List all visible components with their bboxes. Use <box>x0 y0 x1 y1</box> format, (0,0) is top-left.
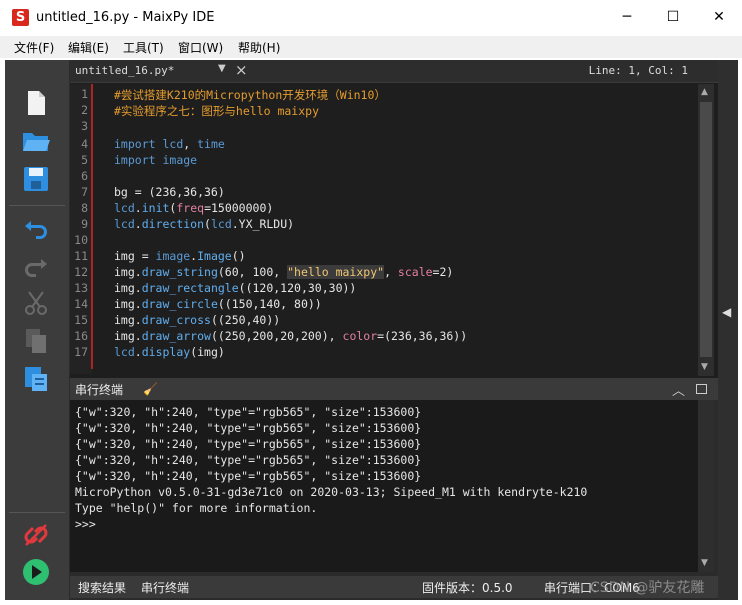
ide-window: S untitled_16.py - MaixPy IDE ─ ☐ ✕ 文件(F… <box>0 0 742 605</box>
line-number: 1 <box>81 87 88 101</box>
code-line[interactable]: bg = (236,36,36) <box>114 185 225 199</box>
open-folder-icon[interactable] <box>21 126 51 156</box>
toolbar-divider <box>9 512 65 513</box>
code-line[interactable]: lcd.display(img) <box>114 345 225 359</box>
run-icon[interactable] <box>21 557 51 587</box>
menu-edit[interactable]: 编辑(E) <box>68 39 109 56</box>
toolbar-divider <box>9 205 65 206</box>
line-number: 8 <box>81 201 88 215</box>
code-line[interactable]: import lcd, time <box>114 137 225 151</box>
line-number: 17 <box>74 345 88 359</box>
gutter-marker <box>91 84 93 369</box>
close-button[interactable]: ✕ <box>696 0 742 36</box>
code-line[interactable]: import image <box>114 153 197 167</box>
line-number: 4 <box>81 137 88 151</box>
line-number: 6 <box>81 169 88 183</box>
line-number: 12 <box>74 265 88 279</box>
line-number: 9 <box>81 217 88 231</box>
line-number: 7 <box>81 185 88 199</box>
terminal-line: {"w":320, "h":240, "type"="rgb565", "siz… <box>75 421 422 435</box>
line-number: 3 <box>81 119 88 133</box>
terminal-prompt[interactable]: >>> <box>75 517 96 531</box>
collapse-terminal-icon[interactable]: ︿ <box>672 380 685 399</box>
scroll-down-icon[interactable]: ▼ <box>701 362 708 372</box>
menu-bar: 文件(F) 编辑(E) 工具(T) 窗口(W) 帮助(H) <box>0 36 742 58</box>
code-line[interactable]: lcd.direction(lcd.YX_RLDU) <box>114 217 294 231</box>
terminal-line: MicroPython v0.5.0-31-gd3e71c0 on 2020-0… <box>75 485 588 499</box>
tab-dropdown-icon[interactable]: ▼ <box>218 63 226 74</box>
clear-terminal-icon[interactable]: 🧹 <box>143 382 158 396</box>
code-line[interactable]: img = image.Image() <box>114 249 246 263</box>
cursor-position: Line: 1, Col: 1 <box>588 64 688 77</box>
editor-scrollbar[interactable]: ▲ ▼ <box>698 84 714 376</box>
code-line[interactable]: img.draw_cross((250,40)) <box>114 313 280 327</box>
expand-panel-icon[interactable]: ◀ <box>722 305 731 319</box>
menu-help[interactable]: 帮助(H) <box>238 39 280 56</box>
line-number: 10 <box>74 233 88 247</box>
serial-terminal-tab[interactable]: 串行终端 <box>141 579 189 596</box>
firmware-version: 固件版本：0.5.0 <box>422 581 513 595</box>
line-number: 15 <box>74 313 88 327</box>
terminal-line: {"w":320, "h":240, "type"="rgb565", "siz… <box>75 405 422 419</box>
scroll-thumb[interactable] <box>700 102 712 357</box>
menu-window[interactable]: 窗口(W) <box>178 39 223 56</box>
file-tab[interactable]: untitled_16.py* <box>75 64 174 77</box>
menu-file[interactable]: 文件(F) <box>14 39 54 56</box>
cut-icon[interactable] <box>21 288 51 318</box>
code-line[interactable]: img.draw_arrow((250,200,20,200), color=(… <box>114 329 467 343</box>
scroll-up-icon[interactable]: ▲ <box>701 87 708 97</box>
paste-icon[interactable] <box>21 364 51 394</box>
serial-terminal[interactable]: {"w":320, "h":240, "type"="rgb565", "siz… <box>70 400 698 572</box>
left-toolbar <box>5 60 69 600</box>
redo-icon[interactable] <box>21 250 51 280</box>
code-line[interactable]: #尝试搭建K210的Micropython开发环境（Win10） <box>114 87 386 103</box>
copy-icon[interactable] <box>21 326 51 356</box>
maixpy-logo-icon: S <box>12 9 29 26</box>
code-line[interactable]: #实验程序之七：图形与hello maixpy <box>114 103 319 119</box>
maximize-button[interactable]: ☐ <box>650 0 696 36</box>
csdn-watermark: CSDN @驴友花雕 <box>590 580 705 596</box>
terminal-header: 串行终端 🧹 ︿ <box>70 378 718 400</box>
terminal-title: 串行终端 <box>75 383 124 397</box>
code-line[interactable]: lcd.init(freq=15000000) <box>114 201 273 215</box>
maximize-terminal-icon[interactable] <box>696 384 707 394</box>
line-number: 14 <box>74 297 88 311</box>
undo-icon[interactable] <box>21 212 51 242</box>
tab-close-icon[interactable]: × <box>235 61 248 79</box>
window-title: untitled_16.py - MaixPy IDE <box>36 10 215 25</box>
terminal-line: {"w":320, "h":240, "type"="rgb565", "siz… <box>75 453 422 467</box>
right-collapsed-panel <box>718 60 738 600</box>
line-number: 2 <box>81 103 88 117</box>
connect-icon[interactable] <box>21 520 51 550</box>
terminal-line: {"w":320, "h":240, "type"="rgb565", "siz… <box>75 437 422 451</box>
line-number: 11 <box>74 249 88 263</box>
code-line[interactable]: img.draw_circle((150,140, 80)) <box>114 297 322 311</box>
new-file-icon[interactable] <box>21 88 51 118</box>
terminal-scrollbar[interactable]: ▼ <box>698 400 714 572</box>
code-line[interactable]: img.draw_rectangle((120,120,30,30)) <box>114 281 356 295</box>
scroll-down-icon[interactable]: ▼ <box>701 558 708 568</box>
save-icon[interactable] <box>21 164 51 194</box>
file-tab-bar: untitled_16.py* ▼ × Line: 1, Col: 1 <box>70 60 718 83</box>
terminal-line: {"w":320, "h":240, "type"="rgb565", "siz… <box>75 469 422 483</box>
terminal-line: Type "help()" for more information. <box>75 501 318 515</box>
line-number: 16 <box>74 329 88 343</box>
title-bar: S untitled_16.py - MaixPy IDE ─ ☐ ✕ <box>0 0 742 36</box>
line-number: 13 <box>74 281 88 295</box>
code-line[interactable]: img.draw_string(60, 100, "hello maixpy",… <box>114 265 453 279</box>
search-results-tab[interactable]: 搜索结果 <box>78 579 126 596</box>
line-number: 5 <box>81 153 88 167</box>
menu-tools[interactable]: 工具(T) <box>123 39 164 56</box>
minimize-button[interactable]: ─ <box>604 0 650 36</box>
